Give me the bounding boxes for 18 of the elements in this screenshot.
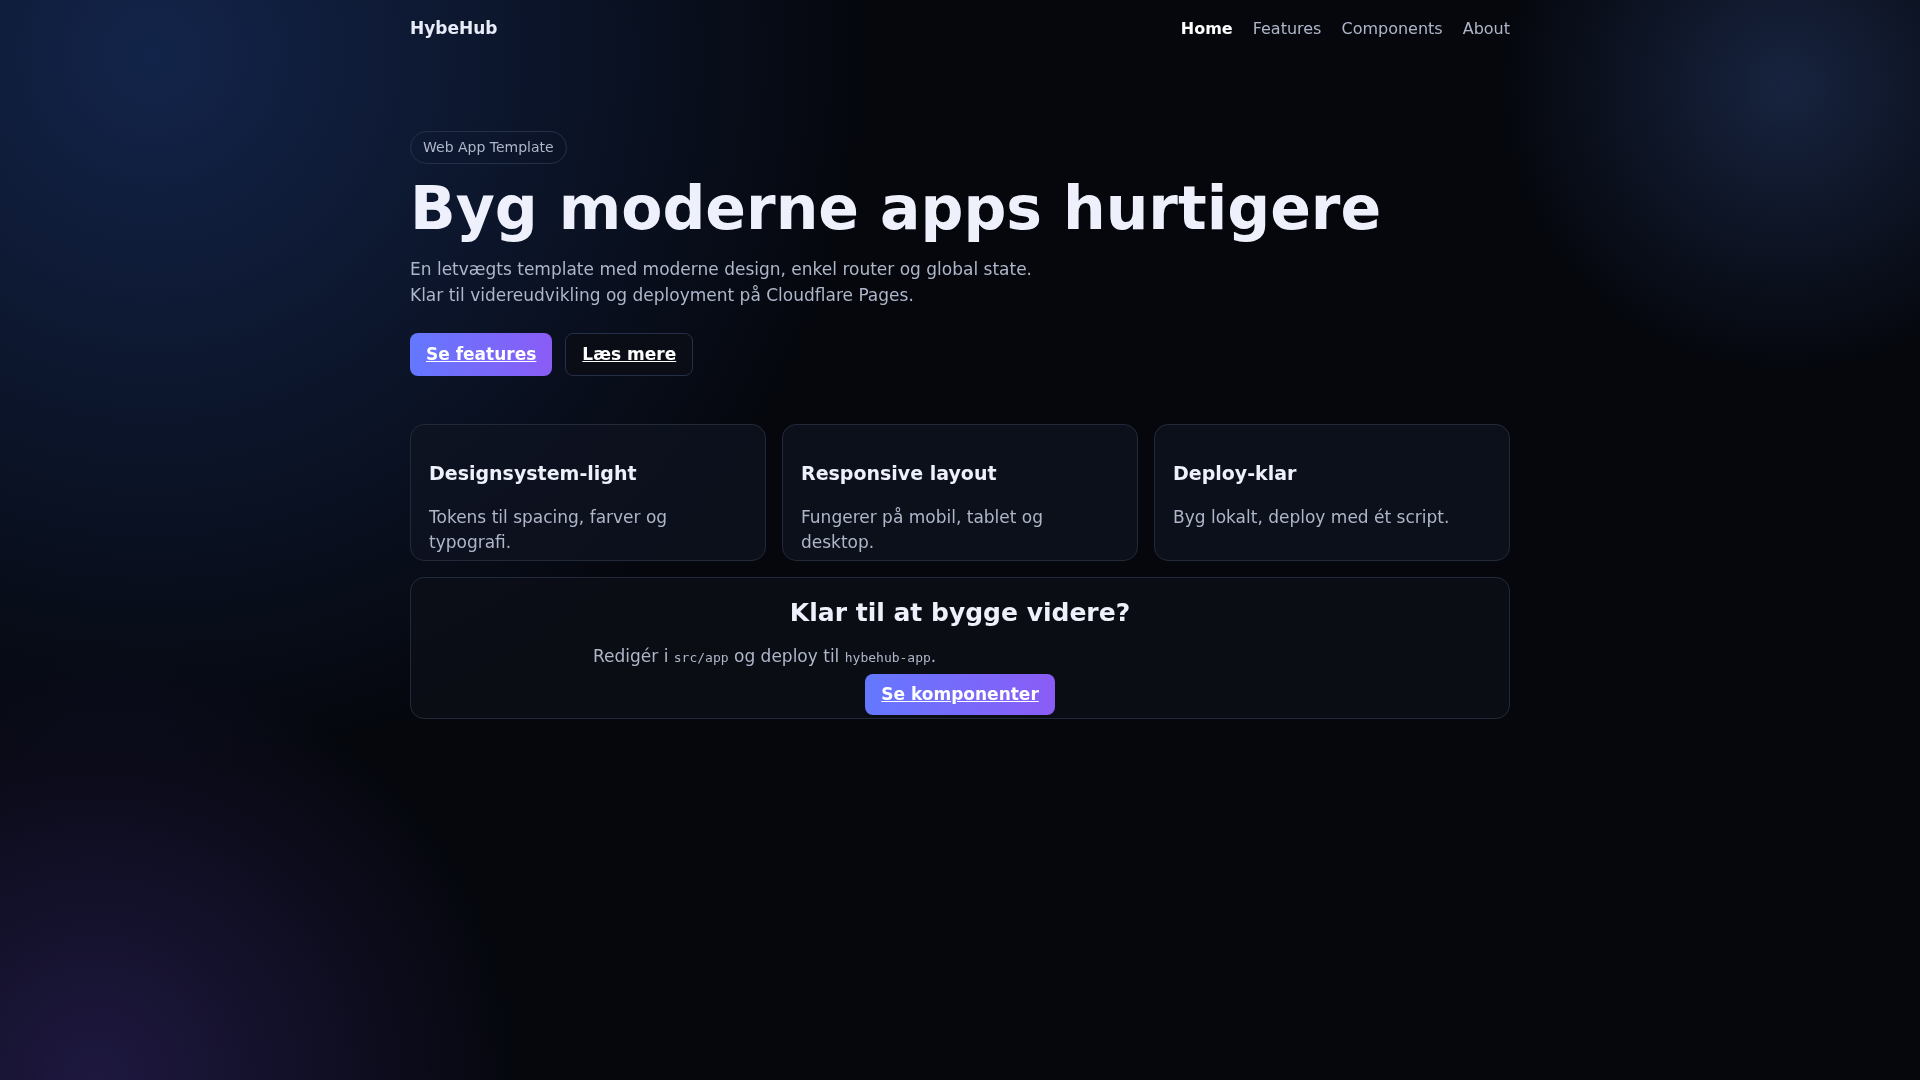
cta-description: Redigér i src/app og deploy til hybehub-app. — [593, 644, 938, 668]
card-title: Deploy-klar — [1173, 461, 1298, 486]
nav-link[interactable]: Components — [1341, 17, 1443, 41]
card-description: Tokens til spacing, farver og typografi. — [429, 505, 669, 554]
primary-button[interactable]: Se komponenter — [865, 674, 1055, 715]
primary-button[interactable]: Se features — [410, 333, 553, 376]
card-description: Byg lokalt, deploy med ét script. — [1173, 505, 1451, 529]
card-title: Responsive layout — [801, 461, 998, 486]
secondary-button[interactable]: Læs mere — [565, 333, 694, 376]
card-description: Fungerer på mobil, tablet og desktop. — [801, 505, 1045, 554]
card-title: Designsystem-light — [429, 461, 638, 486]
hero-description: En letvægts template med moderne design, enkel router og global state. Klar til videreudvikling og deployment på Cloudflare Pages. — [410, 258, 1034, 307]
nav-link[interactable]: About — [1462, 17, 1510, 41]
brand-name[interactable]: HybeHub — [410, 16, 498, 42]
cta-title: Klar til at bygge videre? — [789, 597, 1131, 629]
nav-link[interactable]: Features — [1252, 17, 1322, 41]
hero-title: Byg moderne apps hurtigere — [410, 172, 1383, 244]
nav-link[interactable]: Home — [1180, 17, 1233, 41]
